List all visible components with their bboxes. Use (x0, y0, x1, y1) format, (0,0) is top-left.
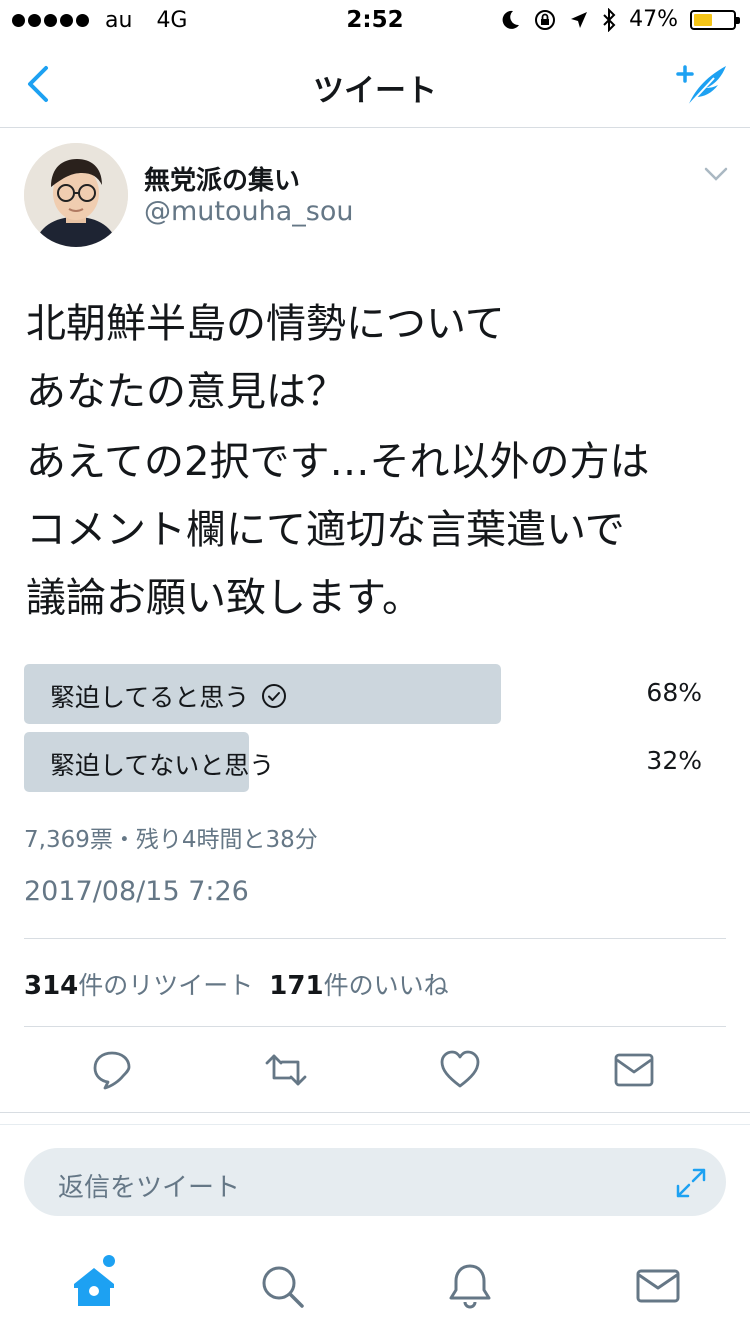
check-circle-icon (262, 684, 287, 708)
divider (24, 1026, 726, 1027)
location-icon (571, 11, 588, 28)
tweet-text-paragraph-2: あえての2択です…それ以外の方は コメント欄にて適切な言葉遣いで 議論お願い致し… (26, 439, 650, 621)
status-bar: au 4G 2:52 47% (0, 0, 750, 40)
battery-percent: 47% (629, 7, 678, 32)
retweet-count-label[interactable]: 件のリツイート (78, 971, 253, 1000)
nav-bar: ツイート (0, 40, 750, 128)
user-handle[interactable]: @mutouha_sou (144, 196, 354, 227)
poll-percent-2: 32% (646, 746, 702, 775)
home-icon[interactable] (70, 1262, 118, 1310)
reply-icon[interactable] (90, 1048, 134, 1092)
notifications-icon[interactable] (446, 1262, 494, 1310)
poll-option-label-1: 緊迫してると思う (50, 683, 250, 712)
poll-percent-1: 68% (646, 678, 702, 707)
tweet-stats: 314件のリツイート 171件のいいね (24, 966, 449, 1002)
messages-icon[interactable] (634, 1262, 682, 1310)
moon-icon (502, 10, 520, 29)
display-name[interactable]: 無党派の集い (144, 160, 300, 197)
divider (0, 1124, 750, 1125)
battery-icon (690, 9, 740, 30)
expand-icon[interactable] (674, 1166, 708, 1200)
battery-level (694, 13, 712, 26)
poll-option-2: 緊迫してないと思う 32% (24, 732, 726, 792)
search-icon[interactable] (258, 1262, 306, 1310)
like-count[interactable]: 171 (269, 971, 323, 1001)
retweet-count[interactable]: 314 (24, 971, 78, 1001)
reply-input[interactable]: 返信をツイート (24, 1148, 726, 1216)
poll-meta: 7,369票・残り4時間と38分 (24, 827, 318, 853)
dm-icon[interactable] (612, 1048, 656, 1092)
rotation-lock-icon (535, 9, 556, 30)
divider (24, 938, 726, 939)
like-icon[interactable] (438, 1048, 482, 1092)
avatar[interactable] (24, 143, 128, 247)
status-right: 47% (499, 7, 740, 32)
avatar-portrait (24, 143, 128, 247)
reply-placeholder: 返信をツイート (58, 1173, 241, 1203)
page-title: ツイート (313, 73, 437, 109)
tweet-timestamp: 2017/08/15 7:26 (24, 876, 249, 907)
tweet-text: 北朝鮮半島の情勢について あなたの意見は？ あえての2択です…それ以外の方は コ… (26, 290, 726, 632)
bluetooth-icon (603, 7, 616, 32)
divider (0, 1112, 750, 1113)
compose-tweet-icon[interactable] (674, 58, 730, 110)
poll-option-1: 緊迫してると思う 68% (24, 664, 726, 724)
poll-option-label-2: 緊迫してないと思う (50, 751, 275, 780)
home-notification-dot (103, 1255, 115, 1267)
chevron-down-icon[interactable] (704, 166, 728, 182)
like-count-label[interactable]: 件のいいね (324, 971, 449, 1000)
retweet-icon[interactable] (264, 1048, 308, 1092)
tweet-text-paragraph-1: 北朝鮮半島の情勢について あなたの意見は？ (26, 301, 505, 415)
